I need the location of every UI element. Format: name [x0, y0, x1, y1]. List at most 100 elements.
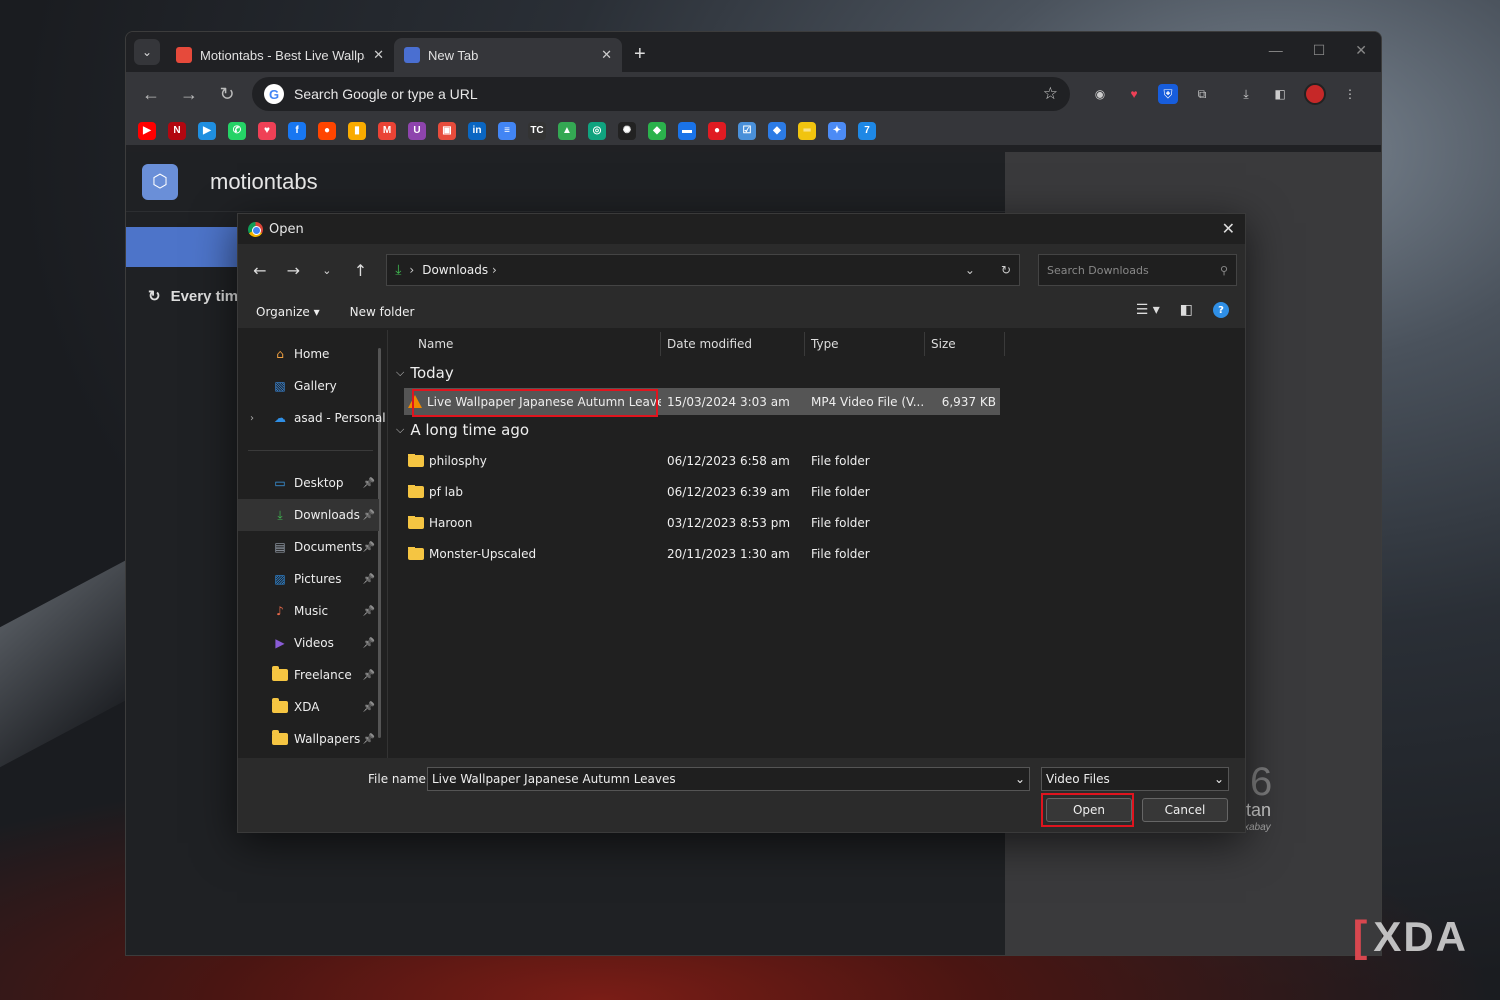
nav-item-documents[interactable]: ▤ Documents 📌 — [238, 531, 387, 563]
maximize-icon[interactable]: ☐ — [1313, 42, 1326, 59]
docs-bookmark-icon[interactable]: ≡ — [498, 121, 516, 140]
whatsapp-bookmark-icon[interactable]: ✆ — [228, 121, 246, 140]
incognito-icon[interactable]: ◉ — [1090, 84, 1110, 104]
file-type: File folder — [811, 484, 870, 499]
open-button[interactable]: Open — [1046, 798, 1132, 822]
feedly-bookmark-icon[interactable]: ◆ — [648, 121, 666, 140]
preview-pane-icon[interactable]: ◧ — [1180, 302, 1193, 318]
folder-row[interactable]: Haroon 03/12/2023 8:53 pm File folder — [404, 507, 1245, 538]
every-time-option[interactable]: ↻ Every tim — [148, 287, 238, 306]
group-header[interactable]: ⌵ Today — [396, 358, 1245, 388]
reddit-bookmark-icon[interactable]: ● — [318, 121, 336, 140]
cancel-button[interactable]: Cancel — [1142, 798, 1228, 822]
tab-search-button[interactable]: ⌄ — [134, 39, 160, 65]
help-icon[interactable]: ? — [1213, 302, 1229, 318]
chevron-down-icon[interactable]: ⌄ — [1015, 772, 1025, 786]
new-tab-plus-icon[interactable]: + — [634, 43, 646, 66]
search-downloads-input[interactable]: Search Downloads ⚲ — [1038, 254, 1237, 286]
sidepanel-icon[interactable]: ◧ — [1270, 84, 1290, 104]
folder-row[interactable]: pf lab 06/12/2023 6:39 am File folder — [404, 476, 1245, 507]
close-dialog-icon[interactable]: ✕ — [1222, 219, 1235, 238]
dash-bookmark-icon[interactable]: ═ — [798, 121, 816, 140]
refresh-icon[interactable]: ↻ — [1001, 263, 1011, 277]
address-bar[interactable]: ⤓ › Downloads › ⌄ ↻ — [386, 254, 1020, 286]
address-chevron-down-icon[interactable]: ⌄ — [965, 263, 975, 277]
youtube-bookmark-icon[interactable]: ▶ — [138, 121, 156, 140]
breadcrumb-downloads[interactable]: Downloads — [422, 263, 488, 277]
nav-item-home[interactable]: ⌂ Home — [238, 338, 387, 370]
nav-item-pictures[interactable]: ▨ Pictures 📌 — [238, 563, 387, 595]
bookmark-star-icon[interactable]: ☆ — [1043, 84, 1058, 104]
pocket-bookmark-icon[interactable]: ♥ — [258, 121, 276, 140]
messages-bookmark-icon[interactable]: ▬ — [678, 121, 696, 140]
folder-row[interactable]: Monster-Upscaled 20/11/2023 1:30 am File f… — [404, 538, 1245, 569]
nav-item-asad-personal[interactable]: › ☁ asad - Personal — [238, 402, 387, 434]
file-name-cell: Live Wallpaper Japanese Autumn Leaves — [404, 395, 661, 409]
nav-item-freelance[interactable]: Freelance 📌 — [238, 659, 387, 691]
column-date-modified[interactable]: Date modified — [661, 332, 805, 356]
extensions-icon[interactable]: ⧉ — [1192, 84, 1212, 104]
file-name-input[interactable]: Live Wallpaper Japanese Autumn Leaves ⌄ — [427, 767, 1030, 791]
tc-bookmark-icon[interactable]: TC — [528, 121, 546, 140]
raindrop-bookmark-icon[interactable]: ◆ — [768, 121, 786, 140]
linkedin-bookmark-icon[interactable]: in — [468, 121, 486, 140]
group-header[interactable]: ⌵ A long time ago — [396, 415, 1245, 445]
gmail-bookmark-icon[interactable]: M — [378, 121, 396, 140]
column-type[interactable]: Type — [805, 332, 925, 356]
netflix-bookmark-icon[interactable]: N — [168, 121, 186, 140]
file-type-select[interactable]: Video Files ⌄ — [1041, 767, 1229, 791]
tasks-bookmark-icon[interactable]: ☑ — [738, 121, 756, 140]
folder-shape — [272, 698, 288, 713]
toggl-bookmark-icon[interactable]: ● — [708, 121, 726, 140]
close-tab-icon[interactable]: ✕ — [373, 47, 384, 63]
view-list-icon[interactable]: ☰ ▾ — [1136, 302, 1160, 318]
back-arrow-icon[interactable]: ← — [134, 77, 168, 111]
organize-button[interactable]: Organize ▾ — [256, 305, 320, 319]
facebook-bookmark-icon[interactable]: f — [288, 121, 306, 140]
nav-item-music[interactable]: ♪ Music 📌 — [238, 595, 387, 627]
drive-bookmark-icon[interactable]: ▲ — [558, 121, 576, 140]
nav-item-xda[interactable]: XDA 📌 — [238, 691, 387, 723]
column-size[interactable]: Size — [925, 332, 1005, 356]
tab-motiontabs[interactable]: Motiontabs - Best Live Wallpap ✕ — [166, 38, 394, 72]
file-name: philosphy — [429, 453, 487, 468]
openai-bookmark-icon[interactable]: ✺ — [618, 121, 636, 140]
shop-bookmark-icon[interactable]: ▣ — [438, 121, 456, 140]
music-icon: ♪ — [276, 604, 284, 618]
close-window-icon[interactable]: ✕ — [1355, 42, 1367, 59]
download-icon[interactable]: ⤓ — [1236, 84, 1256, 104]
calendar-bookmark-icon[interactable]: 7 — [858, 121, 876, 140]
minimize-icon[interactable]: — — [1269, 42, 1283, 59]
tab-new-tab[interactable]: New Tab ✕ — [394, 38, 622, 72]
forward-arrow-icon[interactable]: → — [172, 77, 206, 111]
forward-arrow-icon[interactable]: → — [280, 261, 308, 280]
file-name: pf lab — [429, 484, 463, 499]
gemini-bookmark-icon[interactable]: ✦ — [828, 121, 846, 140]
nav-item-wallpapers[interactable]: Wallpapers 📌 — [238, 723, 387, 755]
nav-item-videos[interactable]: ▶ Videos 📌 — [238, 627, 387, 659]
menu-icon[interactable]: ⋮ — [1340, 84, 1360, 104]
chatgpt-bookmark-icon[interactable]: ◎ — [588, 121, 606, 140]
nav-item-downloads[interactable]: ⤓ Downloads 📌 — [238, 499, 379, 531]
folder-row[interactable]: philosphy 06/12/2023 6:58 am File folder — [404, 445, 1245, 476]
column-name[interactable]: Name — [404, 332, 661, 356]
prime-bookmark-icon[interactable]: ▶ — [198, 121, 216, 140]
pocket-icon[interactable]: ♥ — [1124, 84, 1144, 104]
recent-chevron-down-icon[interactable]: ⌄ — [313, 264, 341, 277]
profile-avatar[interactable] — [1304, 83, 1326, 105]
breadcrumb: Downloads › — [422, 263, 957, 277]
reload-icon[interactable]: ↻ — [210, 77, 244, 111]
analytics-bookmark-icon[interactable]: ▮ — [348, 121, 366, 140]
back-arrow-icon[interactable]: ← — [246, 261, 274, 280]
close-tab-icon[interactable]: ✕ — [601, 47, 612, 63]
bitwarden-icon[interactable]: ⛨ — [1158, 84, 1178, 104]
new-folder-button[interactable]: New folder — [350, 305, 415, 319]
file-row[interactable]: Live Wallpaper Japanese Autumn Leaves 15/… — [404, 388, 1000, 415]
chevron-right-icon: › — [409, 263, 415, 277]
tools-bookmark-icon[interactable]: U — [408, 121, 426, 140]
nav-item-desktop[interactable]: ▭ Desktop 📌 — [238, 467, 387, 499]
expand-chevron-icon[interactable]: › — [250, 413, 254, 424]
up-arrow-icon[interactable]: ↑ — [347, 261, 375, 280]
nav-item-gallery[interactable]: ▧ Gallery — [238, 370, 387, 402]
omnibox[interactable]: G Search Google or type a URL ☆ — [252, 77, 1070, 111]
